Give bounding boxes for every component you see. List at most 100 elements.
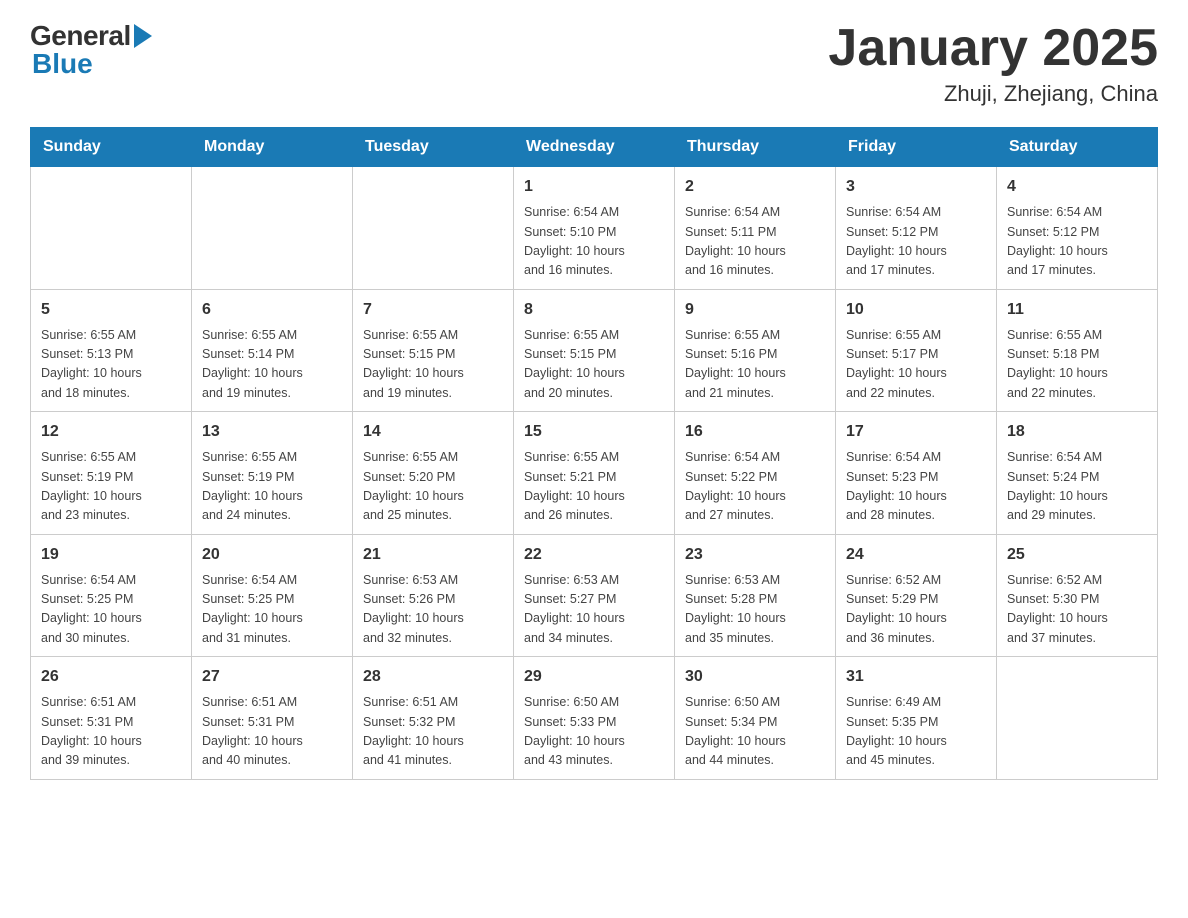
page-header: General Blue January 2025 Zhuji, Zhejian…: [30, 20, 1158, 107]
calendar-cell-w2-d1: 5Sunrise: 6:55 AM Sunset: 5:13 PM Daylig…: [31, 289, 192, 412]
calendar-cell-w5-d2: 27 Sunrise: 6:51 AM Sunset: 5:31 PM Dayli…: [192, 657, 353, 780]
calendar-week-2: 5Sunrise: 6:55 AM Sunset: 5:13 PM Daylig…: [31, 289, 1158, 412]
day-info: Sunrise: 6:54 AM Sunset: 5:11 PM Dayligh…: [685, 203, 825, 281]
day-number: 3: [846, 175, 986, 199]
calendar-week-5: 26 Sunrise: 6:51 AM Sunset: 5:31 PM Dayli…: [31, 657, 1158, 780]
calendar-cell-w1-d5: 2 Sunrise: 6:54 AM Sunset: 5:11 PM Daylig…: [675, 167, 836, 290]
day-number: 15: [524, 420, 664, 444]
day-number: 11: [1007, 298, 1147, 322]
header-sunday: Sunday: [31, 128, 192, 167]
day-number: 24: [846, 543, 986, 567]
calendar-cell-w2-d3: 7 Sunrise: 6:55 AM Sunset: 5:15 PM Daylig…: [353, 289, 514, 412]
day-info: Sunrise: 6:52 AM Sunset: 5:30 PM Dayligh…: [1007, 571, 1147, 649]
day-number: 18: [1007, 420, 1147, 444]
calendar-header-row: Sunday Monday Tuesday Wednesday Thursday…: [31, 128, 1158, 167]
day-number: 8: [524, 298, 664, 322]
day-number: 26: [41, 665, 181, 689]
day-info: Sunrise: 6:55 AM Sunset: 5:20 PM Dayligh…: [363, 448, 503, 526]
day-number: 2: [685, 175, 825, 199]
calendar-week-1: 1Sunrise: 6:54 AM Sunset: 5:10 PM Daylig…: [31, 167, 1158, 290]
header-thursday: Thursday: [675, 128, 836, 167]
calendar-cell-w5-d4: 29 Sunrise: 6:50 AM Sunset: 5:33 PM Dayli…: [514, 657, 675, 780]
calendar-cell-w3-d6: 17 Sunrise: 6:54 AM Sunset: 5:23 PM Dayli…: [836, 412, 997, 535]
day-number: 21: [363, 543, 503, 567]
calendar-cell-w2-d4: 8 Sunrise: 6:55 AM Sunset: 5:15 PM Daylig…: [514, 289, 675, 412]
day-number: 6: [202, 298, 342, 322]
day-number: 22: [524, 543, 664, 567]
calendar-cell-w3-d7: 18 Sunrise: 6:54 AM Sunset: 5:24 PM Dayli…: [997, 412, 1158, 535]
calendar-cell-w3-d3: 14Sunrise: 6:55 AM Sunset: 5:20 PM Dayli…: [353, 412, 514, 535]
day-info: Sunrise: 6:55 AM Sunset: 5:14 PM Dayligh…: [202, 326, 342, 404]
logo-triangle-icon: [134, 24, 152, 48]
calendar-cell-w3-d2: 13 Sunrise: 6:55 AM Sunset: 5:19 PM Dayli…: [192, 412, 353, 535]
calendar-cell-w4-d3: 21Sunrise: 6:53 AM Sunset: 5:26 PM Dayli…: [353, 534, 514, 657]
day-number: 30: [685, 665, 825, 689]
day-number: 31: [846, 665, 986, 689]
calendar-cell-w2-d6: 10 Sunrise: 6:55 AM Sunset: 5:17 PM Dayli…: [836, 289, 997, 412]
calendar-cell-w1-d7: 4 Sunrise: 6:54 AM Sunset: 5:12 PM Daylig…: [997, 167, 1158, 290]
day-info: Sunrise: 6:54 AM Sunset: 5:12 PM Dayligh…: [846, 203, 986, 281]
calendar-cell-w5-d7: [997, 657, 1158, 780]
day-info: Sunrise: 6:55 AM Sunset: 5:19 PM Dayligh…: [202, 448, 342, 526]
calendar-cell-w1-d2: [192, 167, 353, 290]
header-friday: Friday: [836, 128, 997, 167]
day-info: Sunrise: 6:53 AM Sunset: 5:27 PM Dayligh…: [524, 571, 664, 649]
day-info: Sunrise: 6:55 AM Sunset: 5:21 PM Dayligh…: [524, 448, 664, 526]
day-info: Sunrise: 6:54 AM Sunset: 5:25 PM Dayligh…: [41, 571, 181, 649]
calendar-cell-w1-d1: [31, 167, 192, 290]
day-number: 5: [41, 298, 181, 322]
logo: General Blue: [30, 20, 152, 80]
day-info: Sunrise: 6:55 AM Sunset: 5:15 PM Dayligh…: [524, 326, 664, 404]
day-number: 17: [846, 420, 986, 444]
day-info: Sunrise: 6:55 AM Sunset: 5:16 PM Dayligh…: [685, 326, 825, 404]
day-info: Sunrise: 6:54 AM Sunset: 5:25 PM Dayligh…: [202, 571, 342, 649]
calendar-table: Sunday Monday Tuesday Wednesday Thursday…: [30, 127, 1158, 780]
calendar-cell-w5-d5: 30 Sunrise: 6:50 AM Sunset: 5:34 PM Dayli…: [675, 657, 836, 780]
day-number: 25: [1007, 543, 1147, 567]
day-info: Sunrise: 6:50 AM Sunset: 5:33 PM Dayligh…: [524, 693, 664, 771]
day-number: 16: [685, 420, 825, 444]
calendar-cell-w4-d2: 20Sunrise: 6:54 AM Sunset: 5:25 PM Dayli…: [192, 534, 353, 657]
calendar-cell-w4-d5: 23Sunrise: 6:53 AM Sunset: 5:28 PM Dayli…: [675, 534, 836, 657]
calendar-cell-w2-d5: 9 Sunrise: 6:55 AM Sunset: 5:16 PM Daylig…: [675, 289, 836, 412]
calendar-cell-w3-d5: 16 Sunrise: 6:54 AM Sunset: 5:22 PM Dayli…: [675, 412, 836, 535]
calendar-cell-w5-d3: 28 Sunrise: 6:51 AM Sunset: 5:32 PM Dayli…: [353, 657, 514, 780]
day-info: Sunrise: 6:54 AM Sunset: 5:12 PM Dayligh…: [1007, 203, 1147, 281]
day-number: 29: [524, 665, 664, 689]
day-number: 4: [1007, 175, 1147, 199]
day-number: 10: [846, 298, 986, 322]
calendar-week-4: 19Sunrise: 6:54 AM Sunset: 5:25 PM Dayli…: [31, 534, 1158, 657]
day-info: Sunrise: 6:55 AM Sunset: 5:18 PM Dayligh…: [1007, 326, 1147, 404]
calendar-cell-w1-d4: 1Sunrise: 6:54 AM Sunset: 5:10 PM Daylig…: [514, 167, 675, 290]
day-info: Sunrise: 6:54 AM Sunset: 5:23 PM Dayligh…: [846, 448, 986, 526]
day-info: Sunrise: 6:54 AM Sunset: 5:24 PM Dayligh…: [1007, 448, 1147, 526]
day-number: 1: [524, 175, 664, 199]
day-info: Sunrise: 6:50 AM Sunset: 5:34 PM Dayligh…: [685, 693, 825, 771]
day-info: Sunrise: 6:54 AM Sunset: 5:22 PM Dayligh…: [685, 448, 825, 526]
calendar-cell-w2-d7: 11 Sunrise: 6:55 AM Sunset: 5:18 PM Dayli…: [997, 289, 1158, 412]
calendar-cell-w1-d3: [353, 167, 514, 290]
day-number: 28: [363, 665, 503, 689]
day-number: 13: [202, 420, 342, 444]
calendar-cell-w1-d6: 3 Sunrise: 6:54 AM Sunset: 5:12 PM Daylig…: [836, 167, 997, 290]
day-info: Sunrise: 6:55 AM Sunset: 5:15 PM Dayligh…: [363, 326, 503, 404]
day-info: Sunrise: 6:51 AM Sunset: 5:31 PM Dayligh…: [41, 693, 181, 771]
day-number: 7: [363, 298, 503, 322]
day-number: 9: [685, 298, 825, 322]
day-info: Sunrise: 6:51 AM Sunset: 5:31 PM Dayligh…: [202, 693, 342, 771]
page-title: January 2025: [828, 20, 1158, 77]
header-saturday: Saturday: [997, 128, 1158, 167]
header-wednesday: Wednesday: [514, 128, 675, 167]
calendar-cell-w5-d1: 26 Sunrise: 6:51 AM Sunset: 5:31 PM Dayli…: [31, 657, 192, 780]
calendar-cell-w4-d7: 25 Sunrise: 6:52 AM Sunset: 5:30 PM Dayli…: [997, 534, 1158, 657]
day-number: 23: [685, 543, 825, 567]
day-info: Sunrise: 6:55 AM Sunset: 5:17 PM Dayligh…: [846, 326, 986, 404]
calendar-cell-w4-d6: 24Sunrise: 6:52 AM Sunset: 5:29 PM Dayli…: [836, 534, 997, 657]
day-info: Sunrise: 6:51 AM Sunset: 5:32 PM Dayligh…: [363, 693, 503, 771]
calendar-cell-w4-d4: 22 Sunrise: 6:53 AM Sunset: 5:27 PM Dayli…: [514, 534, 675, 657]
title-block: January 2025 Zhuji, Zhejiang, China: [828, 20, 1158, 107]
header-tuesday: Tuesday: [353, 128, 514, 167]
calendar-cell-w3-d4: 15 Sunrise: 6:55 AM Sunset: 5:21 PM Dayli…: [514, 412, 675, 535]
day-number: 27: [202, 665, 342, 689]
day-info: Sunrise: 6:55 AM Sunset: 5:19 PM Dayligh…: [41, 448, 181, 526]
